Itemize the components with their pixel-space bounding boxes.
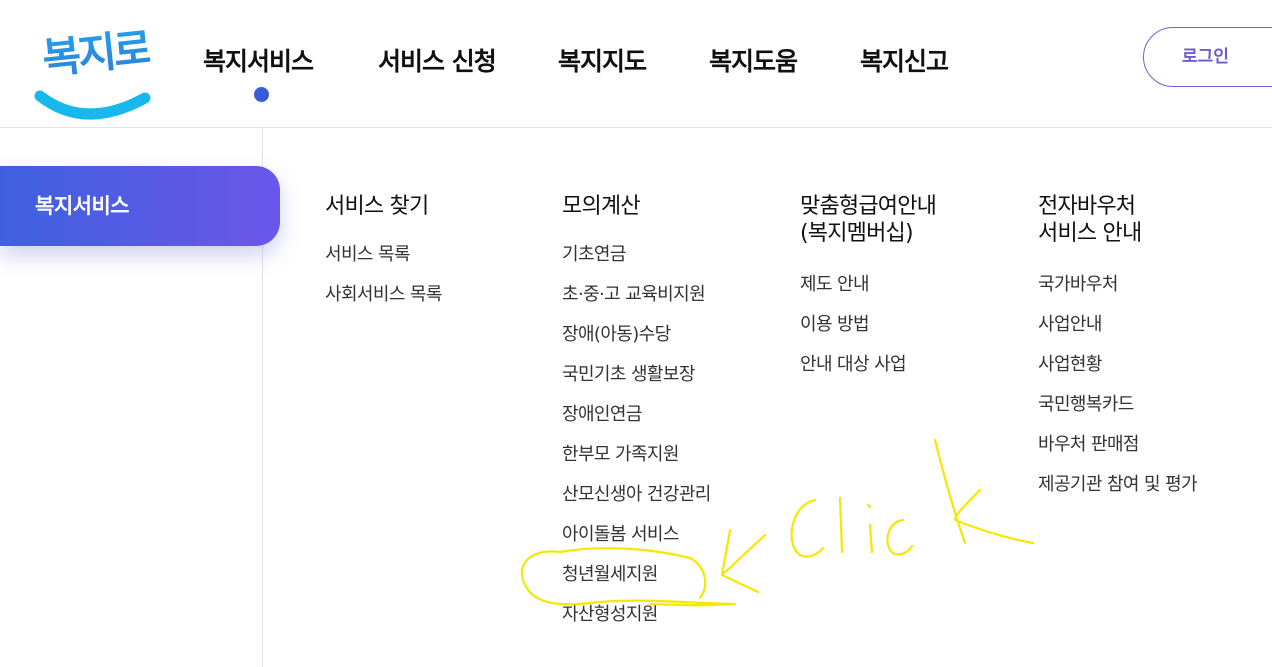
menu-link[interactable]: 안내 대상 사업	[800, 352, 936, 392]
menu-link-youth-rent-support[interactable]: 청년월세지원	[562, 562, 711, 602]
menu-link[interactable]: 장애인연금	[562, 402, 711, 442]
column-list: 국가바우처 사업안내 사업현황 국민행복카드 바우처 판매점 제공기관 참여 및…	[1038, 272, 1198, 512]
menu-column-e-voucher: 전자바우처 서비스 안내 국가바우처 사업안내 사업현황 국민행복카드 바우처 …	[1038, 193, 1198, 512]
menu-link[interactable]: 국민기초 생활보장	[562, 362, 711, 402]
column-title-line: 서비스 안내	[1038, 221, 1142, 246]
menu-link[interactable]: 국가바우처	[1038, 272, 1197, 312]
menu-link[interactable]: 초·중·고 교육비지원	[562, 282, 711, 322]
active-indicator-dot	[254, 87, 269, 102]
column-list: 서비스 목록 사회서비스 목록	[325, 242, 442, 322]
gnb-item-welfare-report[interactable]: 복지신고	[860, 42, 949, 78]
menu-link[interactable]: 국민행복카드	[1038, 392, 1197, 432]
menu-link[interactable]: 아이돌봄 서비스	[562, 522, 711, 562]
column-title[interactable]: 맞춤형급여안내 (복지멤버십)	[800, 193, 937, 247]
menu-link[interactable]: 산모신생아 건강관리	[562, 482, 711, 522]
menu-link[interactable]: 사업안내	[1038, 312, 1197, 352]
gnb-item-welfare-service[interactable]: 복지서비스	[203, 42, 314, 78]
menu-link[interactable]: 기초연금	[562, 242, 711, 282]
column-title-line: 전자바우처	[1038, 194, 1136, 219]
menu-link[interactable]: 사업현황	[1038, 352, 1197, 392]
menu-link[interactable]: 제공기관 참여 및 평가	[1038, 472, 1198, 512]
menu-link[interactable]: 이용 방법	[800, 312, 936, 352]
column-title[interactable]: 전자바우처 서비스 안내	[1038, 193, 1197, 247]
menu-column-customized-benefit: 맞춤형급여안내 (복지멤버십) 제도 안내 이용 방법 안내 대상 사업	[800, 193, 937, 392]
column-list: 제도 안내 이용 방법 안내 대상 사업	[800, 272, 936, 392]
gnb-item-service-apply[interactable]: 서비스 신청	[378, 42, 497, 78]
menu-column-service-search: 서비스 찾기 서비스 목록 사회서비스 목록	[325, 193, 442, 322]
column-list: 기초연금 초·중·고 교육비지원 장애(아동)수당 국민기초 생활보장 장애인연…	[562, 242, 711, 642]
login-button[interactable]: 로그인	[1143, 27, 1272, 87]
gnb-item-welfare-help[interactable]: 복지도움	[709, 42, 798, 78]
gnb-item-welfare-map[interactable]: 복지지도	[558, 42, 647, 78]
column-title[interactable]: 모의계산	[562, 193, 711, 220]
menu-column-simulation: 모의계산 기초연금 초·중·고 교육비지원 장애(아동)수당 국민기초 생활보장…	[562, 193, 711, 642]
menu-link[interactable]: 자산형성지원	[562, 602, 711, 642]
global-nav: 복지서비스 서비스 신청 복지지도 복지도움 복지신고	[0, 0, 1100, 127]
column-title[interactable]: 서비스 찾기	[325, 193, 442, 220]
column-title-line: 맞춤형급여안내	[800, 194, 937, 219]
annotation-arrow	[720, 528, 767, 594]
menu-link[interactable]: 사회서비스 목록	[325, 282, 442, 322]
menu-link[interactable]: 장애(아동)수당	[562, 322, 711, 362]
header: 복지로 복지서비스 서비스 신청 복지지도 복지도움 복지신고 로그인	[0, 0, 1272, 128]
menu-link[interactable]: 한부모 가족지원	[562, 442, 711, 482]
side-menu-active-item[interactable]: 복지서비스	[0, 166, 280, 246]
menu-link[interactable]: 바우처 판매점	[1038, 432, 1197, 472]
menu-link[interactable]: 제도 안내	[800, 272, 936, 312]
menu-link[interactable]: 서비스 목록	[325, 242, 442, 282]
column-title-line: (복지멤버십)	[800, 221, 914, 246]
